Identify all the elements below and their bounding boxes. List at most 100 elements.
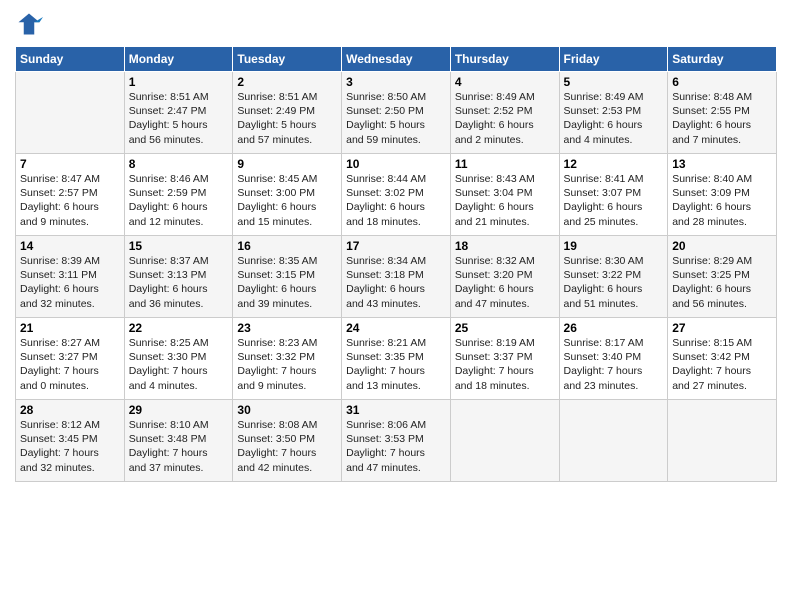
day-info: Sunrise: 8:27 AM Sunset: 3:27 PM Dayligh… <box>20 336 120 393</box>
day-number: 7 <box>20 157 120 171</box>
calendar-cell: 4Sunrise: 8:49 AM Sunset: 2:52 PM Daylig… <box>450 72 559 154</box>
logo <box>15 10 47 38</box>
day-number: 25 <box>455 321 555 335</box>
calendar-cell: 3Sunrise: 8:50 AM Sunset: 2:50 PM Daylig… <box>342 72 451 154</box>
calendar-header-tuesday: Tuesday <box>233 47 342 72</box>
day-info: Sunrise: 8:34 AM Sunset: 3:18 PM Dayligh… <box>346 254 446 311</box>
day-number: 30 <box>237 403 337 417</box>
calendar-header-thursday: Thursday <box>450 47 559 72</box>
calendar-cell: 7Sunrise: 8:47 AM Sunset: 2:57 PM Daylig… <box>16 154 125 236</box>
day-number: 12 <box>564 157 664 171</box>
day-number: 28 <box>20 403 120 417</box>
day-info: Sunrise: 8:37 AM Sunset: 3:13 PM Dayligh… <box>129 254 229 311</box>
day-info: Sunrise: 8:25 AM Sunset: 3:30 PM Dayligh… <box>129 336 229 393</box>
week-row-4: 28Sunrise: 8:12 AM Sunset: 3:45 PM Dayli… <box>16 400 777 482</box>
day-info: Sunrise: 8:40 AM Sunset: 3:09 PM Dayligh… <box>672 172 772 229</box>
day-number: 22 <box>129 321 229 335</box>
calendar-cell: 5Sunrise: 8:49 AM Sunset: 2:53 PM Daylig… <box>559 72 668 154</box>
day-number: 11 <box>455 157 555 171</box>
day-number: 17 <box>346 239 446 253</box>
calendar-cell: 17Sunrise: 8:34 AM Sunset: 3:18 PM Dayli… <box>342 236 451 318</box>
day-info: Sunrise: 8:43 AM Sunset: 3:04 PM Dayligh… <box>455 172 555 229</box>
calendar-cell: 21Sunrise: 8:27 AM Sunset: 3:27 PM Dayli… <box>16 318 125 400</box>
day-number: 10 <box>346 157 446 171</box>
calendar-cell: 28Sunrise: 8:12 AM Sunset: 3:45 PM Dayli… <box>16 400 125 482</box>
calendar-cell: 2Sunrise: 8:51 AM Sunset: 2:49 PM Daylig… <box>233 72 342 154</box>
calendar-cell: 22Sunrise: 8:25 AM Sunset: 3:30 PM Dayli… <box>124 318 233 400</box>
day-info: Sunrise: 8:51 AM Sunset: 2:49 PM Dayligh… <box>237 90 337 147</box>
day-info: Sunrise: 8:41 AM Sunset: 3:07 PM Dayligh… <box>564 172 664 229</box>
calendar-cell: 14Sunrise: 8:39 AM Sunset: 3:11 PM Dayli… <box>16 236 125 318</box>
day-info: Sunrise: 8:23 AM Sunset: 3:32 PM Dayligh… <box>237 336 337 393</box>
calendar-cell <box>16 72 125 154</box>
day-number: 26 <box>564 321 664 335</box>
calendar-header-row: SundayMondayTuesdayWednesdayThursdayFrid… <box>16 47 777 72</box>
calendar-header-friday: Friday <box>559 47 668 72</box>
day-info: Sunrise: 8:32 AM Sunset: 3:20 PM Dayligh… <box>455 254 555 311</box>
page-container: SundayMondayTuesdayWednesdayThursdayFrid… <box>0 0 792 487</box>
calendar-cell: 24Sunrise: 8:21 AM Sunset: 3:35 PM Dayli… <box>342 318 451 400</box>
calendar-cell: 10Sunrise: 8:44 AM Sunset: 3:02 PM Dayli… <box>342 154 451 236</box>
calendar-cell: 12Sunrise: 8:41 AM Sunset: 3:07 PM Dayli… <box>559 154 668 236</box>
day-number: 3 <box>346 75 446 89</box>
day-info: Sunrise: 8:50 AM Sunset: 2:50 PM Dayligh… <box>346 90 446 147</box>
day-info: Sunrise: 8:49 AM Sunset: 2:53 PM Dayligh… <box>564 90 664 147</box>
day-number: 21 <box>20 321 120 335</box>
day-number: 18 <box>455 239 555 253</box>
calendar-header-monday: Monday <box>124 47 233 72</box>
day-info: Sunrise: 8:47 AM Sunset: 2:57 PM Dayligh… <box>20 172 120 229</box>
day-number: 24 <box>346 321 446 335</box>
day-info: Sunrise: 8:21 AM Sunset: 3:35 PM Dayligh… <box>346 336 446 393</box>
day-number: 20 <box>672 239 772 253</box>
calendar-cell: 16Sunrise: 8:35 AM Sunset: 3:15 PM Dayli… <box>233 236 342 318</box>
day-number: 31 <box>346 403 446 417</box>
calendar-cell <box>559 400 668 482</box>
day-number: 27 <box>672 321 772 335</box>
logo-icon <box>15 10 43 38</box>
calendar-cell: 19Sunrise: 8:30 AM Sunset: 3:22 PM Dayli… <box>559 236 668 318</box>
day-info: Sunrise: 8:35 AM Sunset: 3:15 PM Dayligh… <box>237 254 337 311</box>
day-number: 23 <box>237 321 337 335</box>
day-number: 6 <box>672 75 772 89</box>
day-info: Sunrise: 8:51 AM Sunset: 2:47 PM Dayligh… <box>129 90 229 147</box>
calendar-cell: 25Sunrise: 8:19 AM Sunset: 3:37 PM Dayli… <box>450 318 559 400</box>
calendar-cell: 18Sunrise: 8:32 AM Sunset: 3:20 PM Dayli… <box>450 236 559 318</box>
day-info: Sunrise: 8:39 AM Sunset: 3:11 PM Dayligh… <box>20 254 120 311</box>
calendar-header-sunday: Sunday <box>16 47 125 72</box>
calendar-cell: 20Sunrise: 8:29 AM Sunset: 3:25 PM Dayli… <box>668 236 777 318</box>
day-info: Sunrise: 8:46 AM Sunset: 2:59 PM Dayligh… <box>129 172 229 229</box>
week-row-0: 1Sunrise: 8:51 AM Sunset: 2:47 PM Daylig… <box>16 72 777 154</box>
calendar-cell: 15Sunrise: 8:37 AM Sunset: 3:13 PM Dayli… <box>124 236 233 318</box>
day-info: Sunrise: 8:45 AM Sunset: 3:00 PM Dayligh… <box>237 172 337 229</box>
day-number: 5 <box>564 75 664 89</box>
calendar-cell: 9Sunrise: 8:45 AM Sunset: 3:00 PM Daylig… <box>233 154 342 236</box>
calendar-header-saturday: Saturday <box>668 47 777 72</box>
day-info: Sunrise: 8:30 AM Sunset: 3:22 PM Dayligh… <box>564 254 664 311</box>
day-info: Sunrise: 8:06 AM Sunset: 3:53 PM Dayligh… <box>346 418 446 475</box>
calendar-cell <box>450 400 559 482</box>
day-info: Sunrise: 8:08 AM Sunset: 3:50 PM Dayligh… <box>237 418 337 475</box>
calendar-cell: 31Sunrise: 8:06 AM Sunset: 3:53 PM Dayli… <box>342 400 451 482</box>
day-number: 15 <box>129 239 229 253</box>
week-row-3: 21Sunrise: 8:27 AM Sunset: 3:27 PM Dayli… <box>16 318 777 400</box>
calendar-cell: 27Sunrise: 8:15 AM Sunset: 3:42 PM Dayli… <box>668 318 777 400</box>
week-row-1: 7Sunrise: 8:47 AM Sunset: 2:57 PM Daylig… <box>16 154 777 236</box>
day-info: Sunrise: 8:15 AM Sunset: 3:42 PM Dayligh… <box>672 336 772 393</box>
calendar-cell: 1Sunrise: 8:51 AM Sunset: 2:47 PM Daylig… <box>124 72 233 154</box>
day-number: 1 <box>129 75 229 89</box>
day-number: 13 <box>672 157 772 171</box>
calendar-cell: 30Sunrise: 8:08 AM Sunset: 3:50 PM Dayli… <box>233 400 342 482</box>
day-info: Sunrise: 8:44 AM Sunset: 3:02 PM Dayligh… <box>346 172 446 229</box>
day-number: 9 <box>237 157 337 171</box>
calendar-cell: 13Sunrise: 8:40 AM Sunset: 3:09 PM Dayli… <box>668 154 777 236</box>
week-row-2: 14Sunrise: 8:39 AM Sunset: 3:11 PM Dayli… <box>16 236 777 318</box>
calendar-cell: 6Sunrise: 8:48 AM Sunset: 2:55 PM Daylig… <box>668 72 777 154</box>
calendar-cell: 11Sunrise: 8:43 AM Sunset: 3:04 PM Dayli… <box>450 154 559 236</box>
day-number: 29 <box>129 403 229 417</box>
day-number: 2 <box>237 75 337 89</box>
calendar-cell: 29Sunrise: 8:10 AM Sunset: 3:48 PM Dayli… <box>124 400 233 482</box>
calendar-header-wednesday: Wednesday <box>342 47 451 72</box>
day-info: Sunrise: 8:17 AM Sunset: 3:40 PM Dayligh… <box>564 336 664 393</box>
calendar-cell <box>668 400 777 482</box>
day-info: Sunrise: 8:12 AM Sunset: 3:45 PM Dayligh… <box>20 418 120 475</box>
